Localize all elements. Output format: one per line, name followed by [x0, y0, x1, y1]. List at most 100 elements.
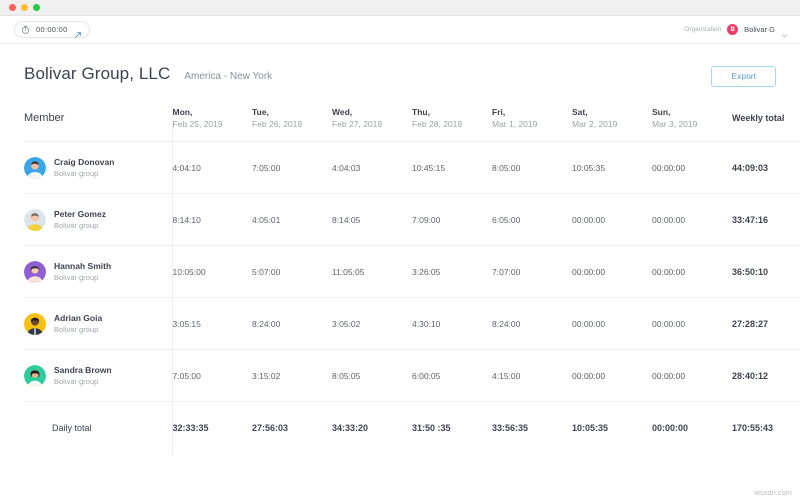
avatar [24, 157, 46, 179]
export-button[interactable]: Export [711, 66, 776, 87]
table-row[interactable]: Sandra Brown Bolivar group 7:05:00 3:15:… [24, 350, 800, 402]
table-header: Member Mon, Feb 25, 2019 Tue, Feb 26, 20… [24, 106, 800, 142]
time-cell: 3:26:05 [412, 246, 492, 298]
day-date: Mar 1, 2019 [492, 118, 572, 130]
member-text: Adrian Goia Bolivar group [54, 312, 102, 336]
day-date: Feb 27, 2019 [332, 118, 412, 130]
member-info: Peter Gomez Bolivar group [24, 208, 160, 232]
time-cell: 4:15:00 [492, 350, 572, 402]
time-cell: 7:07:00 [492, 246, 572, 298]
day-date: Feb 28, 2019 [412, 118, 492, 130]
time-cell: 00:00:00 [572, 298, 652, 350]
time-cell: 8:05:00 [492, 142, 572, 194]
column-header-day-3: Thu, Feb 28, 2019 [412, 106, 492, 142]
daily-total-row: Daily total 32:33:35 27:56:03 34:33:20 3… [24, 402, 800, 454]
day-name: Tue, [252, 106, 332, 118]
column-header-day-1: Tue, Feb 26, 2019 [252, 106, 332, 142]
daily-total-cell: 27:56:03 [252, 402, 332, 454]
time-cell: 11:05:05 [332, 246, 412, 298]
table-row[interactable]: Peter Gomez Bolivar group 8:14:10 4:05:0… [24, 194, 800, 246]
column-header-member: Member [24, 106, 172, 142]
time-cell: 4:05:01 [252, 194, 332, 246]
time-cell: 8:24:00 [492, 298, 572, 350]
avatar [24, 365, 46, 387]
column-header-day-5: Sat, Mar 2, 2019 [572, 106, 652, 142]
grand-total-cell: 170:55:43 [732, 402, 800, 454]
member-cell: Hannah Smith Bolivar group [24, 246, 172, 298]
page-title: Bolivar Group, LLC [24, 64, 170, 84]
member-cell: Adrian Goia Bolivar group [24, 298, 172, 350]
chevron-down-icon[interactable] [781, 26, 788, 33]
table-row[interactable]: Hannah Smith Bolivar group 10:05:00 5:07… [24, 246, 800, 298]
weekly-total-cell: 33:47:16 [732, 194, 800, 246]
timezone-label: America - New York [184, 71, 272, 82]
time-cell: 3:15:02 [252, 350, 332, 402]
timer-widget[interactable]: 00:00:00 [14, 21, 90, 38]
time-cell: 00:00:00 [652, 142, 732, 194]
close-window-button[interactable] [9, 4, 16, 11]
header-row: Member Mon, Feb 25, 2019 Tue, Feb 26, 20… [24, 106, 800, 142]
member-info: Sandra Brown Bolivar group [24, 364, 160, 388]
daily-total-cell: 31:50 :35 [412, 402, 492, 454]
timer-value: 00:00:00 [36, 25, 68, 34]
time-cell: 6:00:05 [412, 350, 492, 402]
member-cell: Sandra Brown Bolivar group [24, 350, 172, 402]
table-row[interactable]: Craig Donovan Bolivar group 4:04:10 7:05… [24, 142, 800, 194]
column-header-day-4: Fri, Mar 1, 2019 [492, 106, 572, 142]
time-cell: 00:00:00 [652, 246, 732, 298]
time-cell: 10:05:35 [572, 142, 652, 194]
daily-total-label: Daily total [24, 402, 172, 454]
app-toolbar: 00:00:00 Organization B Bolivar G [0, 16, 800, 44]
member-text: Hannah Smith Bolivar group [54, 260, 111, 284]
time-cell: 7:09:00 [412, 194, 492, 246]
window-traffic-lights [9, 4, 40, 11]
page-content: Bolivar Group, LLC America - New York Ex… [0, 44, 800, 501]
time-cell: 7:05:00 [172, 350, 252, 402]
day-name: Fri, [492, 106, 572, 118]
day-name: Sun, [652, 106, 732, 118]
external-link-icon[interactable] [74, 26, 82, 34]
stopwatch-icon [21, 25, 30, 34]
member-name: Hannah Smith [54, 260, 111, 273]
daily-total-cell: 10:05:35 [572, 402, 652, 454]
day-name: Sat, [572, 106, 652, 118]
column-header-day-6: Sun, Mar 3, 2019 [652, 106, 732, 142]
day-date: Mar 2, 2019 [572, 118, 652, 130]
daily-total-cell: 33:56:35 [492, 402, 572, 454]
organization-name: Bolivar G [744, 25, 775, 34]
time-cell: 7:05:00 [252, 142, 332, 194]
member-org: Bolivar group [54, 376, 112, 387]
member-org: Bolivar group [54, 272, 111, 283]
weekly-total-cell: 36:50:10 [732, 246, 800, 298]
member-cell: Craig Donovan Bolivar group [24, 142, 172, 194]
time-cell: 8:14:10 [172, 194, 252, 246]
weekly-total-cell: 28:40:12 [732, 350, 800, 402]
day-date: Mar 3, 2019 [652, 118, 732, 130]
time-cell: 00:00:00 [572, 350, 652, 402]
page-header: Bolivar Group, LLC America - New York Ex… [24, 44, 776, 87]
time-cell: 10:05:00 [172, 246, 252, 298]
time-cell: 4:30:10 [412, 298, 492, 350]
time-cell: 10:45:15 [412, 142, 492, 194]
minimize-window-button[interactable] [21, 4, 28, 11]
avatar [24, 261, 46, 283]
table-body: Craig Donovan Bolivar group 4:04:10 7:05… [24, 142, 800, 402]
time-cell: 00:00:00 [652, 194, 732, 246]
member-info: Adrian Goia Bolivar group [24, 312, 160, 336]
time-cell: 00:00:00 [652, 298, 732, 350]
time-cell: 3:05:15 [172, 298, 252, 350]
member-org: Bolivar group [54, 220, 106, 231]
time-cell: 5:07:00 [252, 246, 332, 298]
app-window: 00:00:00 Organization B Bolivar G Boli [0, 0, 800, 501]
column-header-day-0: Mon, Feb 25, 2019 [172, 106, 252, 142]
day-date: Feb 25, 2019 [173, 118, 253, 130]
member-name: Peter Gomez [54, 208, 106, 221]
organization-label: Organization [684, 26, 721, 33]
organization-selector[interactable]: Organization B Bolivar G [684, 24, 788, 35]
maximize-window-button[interactable] [33, 4, 40, 11]
member-name: Craig Donovan [54, 156, 114, 169]
time-cell: 00:00:00 [652, 350, 732, 402]
time-cell: 4:04:10 [172, 142, 252, 194]
member-cell: Peter Gomez Bolivar group [24, 194, 172, 246]
table-row[interactable]: Adrian Goia Bolivar group 3:05:15 8:24:0… [24, 298, 800, 350]
